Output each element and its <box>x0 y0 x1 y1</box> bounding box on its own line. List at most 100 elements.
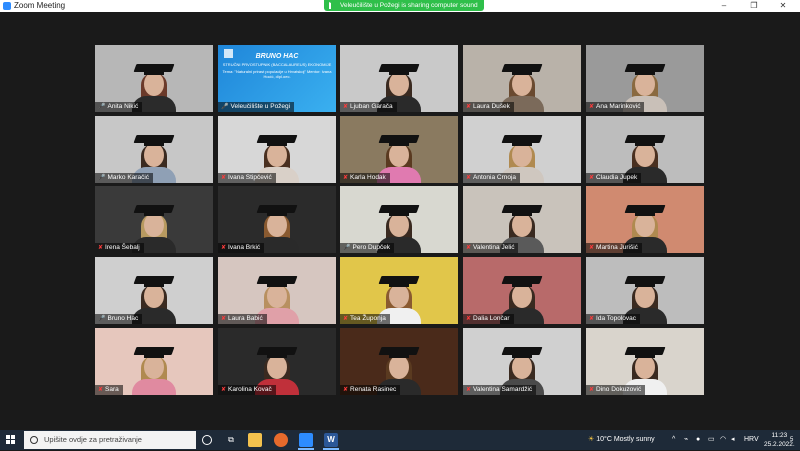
muted-mic-icon: ✘ <box>466 175 472 181</box>
search-placeholder: Upišite ovdje za pretraživanje <box>44 435 142 444</box>
participant-tile[interactable]: ✘ Tea Župonja <box>340 257 458 324</box>
participant-tile[interactable]: ✘ Valentina Jelić <box>463 186 581 253</box>
participant-nameplate: ✘ Valentina Samardžić <box>463 385 537 395</box>
participant-tile[interactable]: ✘ Antonia Crnoja <box>463 116 581 183</box>
participant-tile[interactable]: ✘ Laura Dušek <box>463 45 581 112</box>
sharing-sound-banner[interactable]: Veleučilište u Požegi is sharing compute… <box>324 0 484 11</box>
network-icon[interactable]: ⌁ <box>684 430 688 450</box>
participant-tile[interactable]: ✘ Karolina Kovač <box>218 328 336 395</box>
taskbar-search-box[interactable]: Upišite ovdje za pretraživanje <box>24 431 196 449</box>
muted-mic-icon: ✘ <box>221 175 227 181</box>
weather-widget[interactable]: ☀ 10°C Mostly sunny <box>588 430 655 450</box>
muted-mic-icon: ✘ <box>221 316 227 322</box>
muted-mic-icon: ✘ <box>466 316 472 322</box>
mic-icon: 🎤 <box>98 316 106 322</box>
participant-name: Ivana Brkić <box>228 244 261 251</box>
participant-tile[interactable]: ✘ Sara <box>95 328 213 395</box>
participant-nameplate: ✘ Laura Babić <box>218 314 267 324</box>
participant-name: Dalia Lončar <box>473 315 510 322</box>
muted-mic-icon: ✘ <box>589 316 595 322</box>
school-logo-icon <box>224 49 233 58</box>
participant-tile[interactable]: ✘ Dino Dokuzović <box>586 328 704 395</box>
mic-icon: 🎤 <box>221 104 229 110</box>
participant-nameplate: ✘ Karolina Kovač <box>218 385 276 395</box>
notification-count: 5 <box>790 437 794 443</box>
participant-nameplate: ✘ Irena Šebalj <box>95 243 144 253</box>
mic-icon: 🎤 <box>98 175 106 181</box>
cortana-icon[interactable] <box>202 435 212 445</box>
participant-nameplate: ✘ Ljuban Garača <box>340 102 397 112</box>
participant-tile[interactable]: ✘ Ivana Brkić <box>218 186 336 253</box>
speaker-icon <box>329 2 337 9</box>
participant-tile[interactable]: ✘ Claudia Jupek <box>586 116 704 183</box>
participant-tile[interactable]: ✘ Martina Jurišić <box>586 186 704 253</box>
participant-nameplate: ✘ Renata Rasinec <box>340 385 401 395</box>
participant-name: Ivana Stipčević <box>228 174 272 181</box>
battery-icon[interactable]: ▭ <box>708 430 715 450</box>
participant-tile[interactable]: ✘ Karla Hodak <box>340 116 458 183</box>
window-title: Zoom Meeting <box>14 1 66 10</box>
participant-nameplate: 🎤 Pero Dupček <box>340 243 395 253</box>
zoom-taskbar-icon[interactable] <box>299 433 313 447</box>
muted-mic-icon: ✘ <box>343 175 349 181</box>
slide-title: BRUNO HAC <box>255 53 299 60</box>
windows-start-icon[interactable] <box>6 435 16 445</box>
participant-tile[interactable]: 🎤 Bruno Hac <box>95 257 213 324</box>
participant-tile[interactable]: 🎤 Anita Nikić <box>95 45 213 112</box>
participant-name: Marko Karačić <box>107 174 150 181</box>
participant-name: Laura Babić <box>228 315 263 322</box>
language-indicator[interactable]: HRV <box>744 430 759 450</box>
participant-tile[interactable]: ✘ Irena Šebalj <box>95 186 213 253</box>
wifi-icon[interactable]: ◠ <box>720 430 726 450</box>
slide-detail: Tema: "Naturalni prirast populacije u Hr… <box>222 69 332 79</box>
weather-text: 10°C Mostly sunny <box>596 436 655 443</box>
participant-nameplate: 🎤 Marko Karačić <box>95 173 154 183</box>
zoom-app-icon <box>3 2 11 10</box>
participant-name: Sara <box>105 386 119 393</box>
participant-tile[interactable]: ✘ Ida Topolovac <box>586 257 704 324</box>
word-icon[interactable]: W <box>324 433 338 447</box>
participant-nameplate: ✘ Antonia Crnoja <box>463 173 521 183</box>
search-icon <box>30 436 38 444</box>
mic-icon: 🎤 <box>98 104 106 110</box>
participant-tile[interactable]: ✘ Renata Rasinec <box>340 328 458 395</box>
participant-nameplate: ✘ Martina Jurišić <box>586 243 642 253</box>
muted-mic-icon: ✘ <box>466 387 472 393</box>
participant-name: Antonia Crnoja <box>473 174 517 181</box>
participant-nameplate: ✘ Ivana Stipčević <box>218 173 276 183</box>
slide-subtitle: STRUČNI PRVOSTUPNIK (BACCALAUREUS) EKONO… <box>222 62 332 67</box>
participant-name: Laura Dušek <box>473 103 510 110</box>
task-view-icon[interactable]: ⧉ <box>224 433 238 447</box>
participant-name: Martina Jurišić <box>596 244 638 251</box>
firefox-icon[interactable] <box>274 433 288 447</box>
participant-tile[interactable]: ✘ Laura Babić <box>218 257 336 324</box>
participant-nameplate: 🎤 Bruno Hac <box>95 314 143 324</box>
participant-tile[interactable]: ✘ Valentina Samardžić <box>463 328 581 395</box>
participant-tile[interactable]: BRUNO HAC STRUČNI PRVOSTUPNIK (BACCALAURE… <box>218 45 336 112</box>
maximize-button[interactable]: ❐ <box>743 0 765 12</box>
muted-mic-icon: ✘ <box>221 387 227 393</box>
participant-name: Bruno Hac <box>107 315 139 322</box>
participant-tile[interactable]: ✘ Ana Marinković <box>586 45 704 112</box>
participant-name: Pero Dupček <box>352 244 391 251</box>
file-explorer-icon[interactable] <box>248 433 262 447</box>
participant-tile[interactable]: ✘ Ljuban Garača <box>340 45 458 112</box>
tray-chevron-icon[interactable]: ^ <box>672 430 675 450</box>
volume-icon[interactable]: ◂ <box>731 430 735 450</box>
minimize-button[interactable]: – <box>713 0 735 12</box>
mic-icon: 🎤 <box>343 245 351 251</box>
participant-tile[interactable]: 🎤 Marko Karačić <box>95 116 213 183</box>
notifications-icon[interactable]: 5 <box>790 430 793 450</box>
participant-name: Renata Rasinec <box>350 386 397 393</box>
muted-mic-icon: ✘ <box>343 387 349 393</box>
participant-tile[interactable]: ✘ Ivana Stipčević <box>218 116 336 183</box>
participant-nameplate: ✘ Laura Dušek <box>463 102 514 112</box>
close-button[interactable]: ✕ <box>772 0 794 12</box>
participant-tile[interactable]: 🎤 Pero Dupček <box>340 186 458 253</box>
participant-name: Valentina Jelić <box>473 244 515 251</box>
participant-nameplate: ✘ Ida Topolovac <box>586 314 641 324</box>
microphone-icon[interactable]: ● <box>696 430 700 450</box>
muted-mic-icon: ✘ <box>98 245 104 251</box>
video-grid: 🎤 Anita Nikić BRUNO HAC STRUČNI PRVOSTUPNIK… <box>0 0 800 430</box>
participant-tile[interactable]: ✘ Dalia Lončar <box>463 257 581 324</box>
